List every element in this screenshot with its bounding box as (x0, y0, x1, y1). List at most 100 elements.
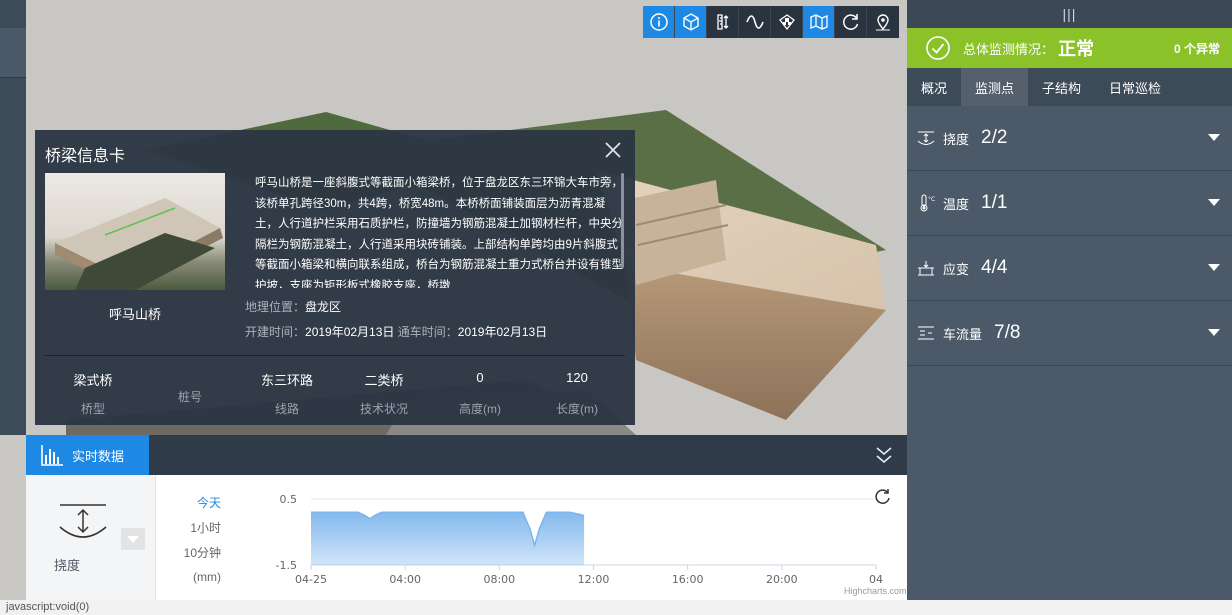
tab-realtime-data[interactable]: 实时数据 (26, 435, 149, 475)
x-tick-label: 08:00 (483, 573, 515, 586)
card-divider (45, 355, 625, 356)
check-circle-icon (926, 36, 950, 60)
cube-view-button[interactable] (675, 6, 707, 38)
monitor-row-strain[interactable]: 应变 4/4 (907, 236, 1232, 301)
strain-icon (918, 261, 934, 276)
bridge-info-card: 桥梁信息卡 呼马山桥 呼马山桥是一座斜腹式等截面小箱梁桥，位于盘龙区东三环锦大车… (35, 130, 635, 425)
deflection-chart: 0.5 -1.504-25 04:00 08:00 12:00 16:00 20:00 04 (276, 493, 883, 586)
panel-tabs: 概况 监测点 子结构 日常巡检 (907, 68, 1232, 106)
stat-label: 桥型 (80, 402, 105, 416)
location-field: 地理位置：盘龙区 (245, 298, 341, 315)
close-icon[interactable] (603, 140, 623, 160)
stat-label: 桩号 (177, 390, 202, 404)
stat-value: 梁式桥 (73, 373, 113, 388)
info-icon (649, 13, 668, 31)
range-10-minutes[interactable]: 10分钟 (161, 544, 221, 561)
info-button[interactable] (643, 6, 675, 38)
monitor-label: 挠度 (943, 131, 970, 147)
wave-icon (745, 15, 764, 29)
svg-text:°C: °C (928, 196, 935, 203)
stat-condition: 二类桥 技术状况 (339, 370, 429, 417)
location-label: 地理位置： (245, 300, 306, 314)
sensor-dropdown[interactable] (121, 528, 145, 550)
stat-label: 高度(m) (459, 402, 501, 416)
wave-button[interactable] (739, 6, 771, 38)
monitor-count: 4/4 (981, 257, 1008, 278)
monitor-row-traffic[interactable]: 车流量 7/8 (907, 301, 1232, 366)
monitor-label: 车流量 (943, 326, 983, 342)
date-fields: 开建时间：2019年02月13日 通车时间：2019年02月13日 (245, 323, 547, 340)
location-value: 盘龙区 (305, 300, 342, 314)
chevron-down-icon (1208, 264, 1220, 271)
x-tick-label: 04-25 (295, 573, 327, 586)
left-sidebar (0, 0, 26, 435)
y-tick-label: -1.5 (276, 559, 297, 572)
thermometer-icon: °C (920, 194, 935, 212)
monitor-label: 温度 (943, 196, 970, 212)
stat-value: 东三环路 (260, 373, 313, 388)
x-tick-label: 16:00 (672, 573, 704, 586)
monitor-row-deflection[interactable]: 挠度 2/2 (907, 106, 1232, 171)
map-layer-button[interactable] (803, 6, 835, 38)
bar-chart-icon (41, 445, 63, 466)
tab-monitoring-points[interactable]: 监测点 (961, 68, 1029, 106)
grid-icon (778, 14, 795, 31)
monitor-count: 7/8 (994, 322, 1021, 343)
map-toolbar (643, 6, 899, 38)
bridge-photo (45, 173, 225, 290)
stat-label: 长度(m) (556, 402, 598, 416)
stat-value: 0 (476, 370, 484, 385)
range-1-hour[interactable]: 1小时 (161, 519, 221, 536)
open-date-label: 通车时间： (397, 325, 458, 339)
monitor-count: 2/2 (981, 127, 1008, 148)
refresh-button[interactable] (835, 6, 867, 38)
status-value: 正常 (1058, 39, 1095, 59)
x-tick-label: 20:00 (766, 573, 798, 586)
build-date-label: 开建时间： (245, 325, 306, 339)
monitor-count: 1/1 (981, 192, 1008, 213)
abnormal-count: 0 个异常 (1173, 42, 1220, 56)
tab-substructure[interactable]: 子结构 (1028, 68, 1095, 106)
traffic-icon (918, 326, 934, 340)
y-tick-label: 0.5 (280, 493, 298, 506)
tab-overview[interactable]: 概况 (907, 68, 961, 106)
refresh-icon (842, 14, 858, 30)
measure-button[interactable] (707, 6, 739, 38)
map-layer-icon (809, 14, 828, 30)
overall-status-bar: 总体监测情况： 正常 0 个异常 (907, 28, 1232, 68)
browser-status-bar: javascript:void(0) (0, 600, 1232, 615)
chart-credit[interactable]: Highcharts.com (844, 586, 907, 596)
x-tick-label: 04:00 (389, 573, 421, 586)
x-tick-label: 12:00 (578, 573, 610, 586)
stat-height: 0 高度(m) (435, 370, 525, 417)
deflection-icon (59, 504, 107, 538)
monitor-row-temperature[interactable]: °C 温度 1/1 (907, 171, 1232, 236)
stat-label: 线路 (274, 402, 299, 416)
stat-bridge-type: 梁式桥 桥型 (48, 370, 138, 417)
stat-value: 二类桥 (364, 373, 404, 388)
left-sidebar-block (0, 28, 26, 78)
stat-label: 技术状况 (359, 402, 408, 416)
measure-icon (716, 14, 728, 30)
stat-length: 120 长度(m) (532, 370, 622, 417)
collapse-icon[interactable] (875, 445, 893, 465)
panel-resize-handle[interactable]: ||| (907, 0, 1232, 28)
x-tick-label: 04 (869, 573, 883, 586)
realtime-header: 实时数据 (26, 435, 907, 475)
build-date-value: 2019年02月13日 (305, 325, 395, 339)
location-button[interactable] (867, 6, 899, 38)
unit-label: (mm) (193, 570, 221, 584)
grid-button[interactable] (771, 6, 803, 38)
bridge-name: 呼马山桥 (108, 307, 161, 322)
chart-refresh-icon[interactable] (873, 487, 893, 507)
realtime-panel: 实时数据 挠度 今天 1小时 10分钟 (mm) 0.5 -1.5 04-25 04:… (26, 435, 907, 600)
description-scrollbar[interactable] (621, 173, 624, 268)
chevron-down-icon (1208, 134, 1220, 141)
open-date-value: 2019年02月13日 (457, 325, 548, 339)
location-icon (876, 14, 890, 31)
tab-daily-inspection[interactable]: 日常巡检 (1095, 68, 1175, 106)
stat-value (145, 370, 235, 388)
range-today[interactable]: 今天 (161, 494, 221, 511)
stat-stake-number: 桩号 (145, 370, 235, 405)
tab-label: 实时数据 (72, 448, 125, 464)
